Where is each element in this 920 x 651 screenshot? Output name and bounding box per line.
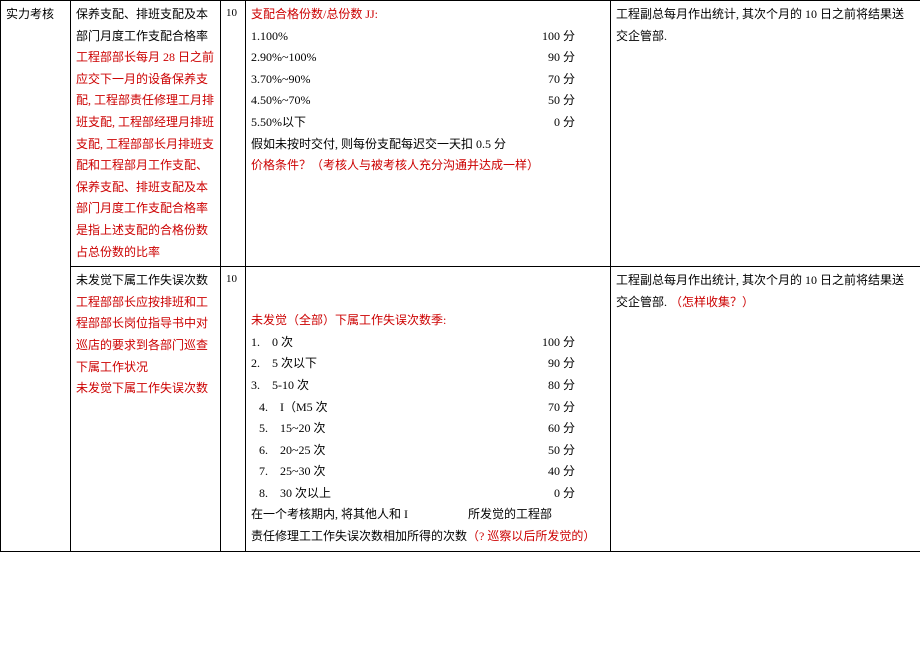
score-item: 1. 0 次 100 分 [251, 332, 605, 354]
score-label: 5. 15~20 次 [259, 418, 326, 440]
score-item: 1.100% 100 分 [251, 26, 605, 48]
score-label: 8. 30 次以上 [259, 483, 331, 505]
score-item: 6. 20~25 次 50 分 [251, 440, 605, 462]
score-item: 5.50%以下 0 分 [251, 112, 605, 134]
score-label: 7. 25~30 次 [259, 461, 326, 483]
score-label: 2.90%~100% [251, 47, 316, 69]
weight-value: 10 [226, 273, 237, 285]
weight-cell: 10 [221, 1, 246, 267]
criteria-title: 保养支配、排班支配及本部门月度工作支配合格率 [76, 7, 208, 43]
remark-cell: 工程副总每月作出统计, 其次个月的 10 日之前将结果送交企管部. （怎样收集？… [611, 267, 920, 552]
score-item: 3. 5-10 次 80 分 [251, 375, 605, 397]
score-value: 40 分 [548, 461, 575, 483]
score-item: 3.70%~90% 70 分 [251, 69, 605, 91]
score-value: 80 分 [548, 375, 575, 397]
score-value: 90 分 [548, 47, 575, 69]
scoring-title: 未发觉（全部）下属工作失误次数季: [251, 310, 605, 332]
score-value: 90 分 [548, 353, 575, 375]
score-label: 1.100% [251, 26, 288, 48]
score-label: 3.70%~90% [251, 69, 310, 91]
score-label: 5.50%以下 [251, 112, 306, 134]
scoring-cell: 未发觉（全部）下属工作失误次数季: 1. 0 次 100 分 2. 5 次以下 90… [246, 267, 611, 552]
score-label: 4.50%~70% [251, 90, 310, 112]
criteria-detail: 工程部部长应按排班和工程部部长岗位指导书中对巡店的要求到各部门巡查下属工作状况 [76, 295, 208, 374]
remark-cell: 工程副总每月作出统计, 其次个月的 10 日之前将结果送交企管部. [611, 1, 920, 267]
score-value: 60 分 [548, 418, 575, 440]
score-value: 50 分 [548, 90, 575, 112]
score-item: 2. 5 次以下 90 分 [251, 353, 605, 375]
score-value: 100 分 [542, 26, 575, 48]
scoring-note2: 责任修理工工作失误次数相加所得的次数（? 巡察以后所发觉的） [251, 526, 605, 548]
score-item: 7. 25~30 次 40 分 [251, 461, 605, 483]
score-value: 100 分 [542, 332, 575, 354]
score-item: 4. I（M5 次 70 分 [251, 397, 605, 419]
score-label: 6. 20~25 次 [259, 440, 326, 462]
criteria-title: 未发觉下属工作失误次数 [76, 270, 215, 292]
score-label: 1. 0 次 [251, 332, 293, 354]
scoring-cell: 支配合格份数/总份数 JJ: 1.100% 100 分 2.90%~100% 90 … [246, 1, 611, 267]
score-value: 0 分 [554, 112, 575, 134]
note-question: （? 巡察以后所发觉的） [467, 529, 595, 543]
criteria-detail2: 未发觉下属工作失误次数 [76, 378, 215, 400]
table-row: 实力考核 保养支配、排班支配及本部门月度工作支配合格率 工程部部长每月 28 日… [1, 1, 920, 267]
table-row: 未发觉下属工作失误次数 工程部部长应按排班和工程部部长岗位指导书中对巡店的要求到… [1, 267, 920, 552]
scoring-note: 假如未按时交付, 则每份支配每迟交一天扣 0.5 分 [251, 134, 605, 156]
remark-question: （怎样收集？） [670, 295, 754, 309]
note-text: 责任修理工工作失误次数相加所得的次数 [251, 529, 467, 543]
scoring-note: 在一个考核期内, 将其他人和 I 所发觉的工程部 [251, 504, 605, 526]
criteria-cell: 未发觉下属工作失误次数 工程部部长应按排班和工程部部长岗位指导书中对巡店的要求到… [71, 267, 221, 552]
score-label: 2. 5 次以下 [251, 353, 317, 375]
scoring-title: 支配合格份数/总份数 JJ: [251, 4, 605, 26]
weight-value: 10 [226, 7, 237, 19]
score-item: 4.50%~70% 50 分 [251, 90, 605, 112]
score-value: 0 分 [554, 483, 575, 505]
score-label: 3. 5-10 次 [251, 375, 309, 397]
criteria-detail: 工程部部长每月 28 日之前应交下一月的设备保养支配, 工程部责任修理工月排班支… [76, 50, 214, 258]
scoring-condition: 价格条件？（考核人与被考核人充分沟通并达成一样） [251, 155, 605, 177]
score-value: 70 分 [548, 69, 575, 91]
score-item: 2.90%~100% 90 分 [251, 47, 605, 69]
criteria-cell: 保养支配、排班支配及本部门月度工作支配合格率 工程部部长每月 28 日之前应交下… [71, 1, 221, 267]
score-item: 5. 15~20 次 60 分 [251, 418, 605, 440]
score-value: 70 分 [548, 397, 575, 419]
score-value: 50 分 [548, 440, 575, 462]
category-cell: 实力考核 [1, 1, 71, 552]
score-item: 8. 30 次以上 0 分 [251, 483, 605, 505]
weight-cell: 10 [221, 267, 246, 552]
remark-text: 工程副总每月作出统计, 其次个月的 10 日之前将结果送交企管部. [616, 273, 904, 309]
score-label: 4. I（M5 次 [259, 397, 328, 419]
assessment-table: 实力考核 保养支配、排班支配及本部门月度工作支配合格率 工程部部长每月 28 日… [0, 0, 920, 552]
